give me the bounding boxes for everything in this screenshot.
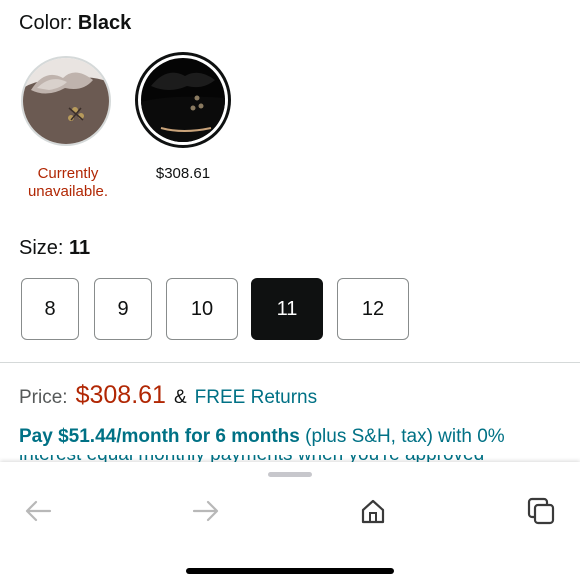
free-returns-link[interactable]: FREE Returns xyxy=(195,387,317,409)
section-divider xyxy=(0,362,580,363)
browser-toolbar xyxy=(0,462,580,580)
home-indicator xyxy=(186,568,394,574)
black-boot-image xyxy=(141,58,225,142)
forward-arrow-icon[interactable] xyxy=(190,495,222,527)
size-label: Size: 11 xyxy=(19,237,91,259)
installment-offer[interactable]: Pay $51.44/month for 6 months (plus S&H,… xyxy=(19,426,505,448)
color-swatch-brown[interactable] xyxy=(21,56,111,146)
color-label: Color: Black xyxy=(19,12,132,34)
back-arrow-icon[interactable] xyxy=(22,495,54,527)
tabs-icon[interactable] xyxy=(525,495,557,527)
installment-bold-text: Pay $51.44/month for 6 months xyxy=(19,426,300,447)
installment-rest-text: (plus S&H, tax) with 0% xyxy=(299,426,505,447)
home-icon[interactable] xyxy=(357,495,389,527)
brown-unavailable-note: Currently unavailable. xyxy=(27,165,109,200)
size-option-10[interactable]: 10 xyxy=(166,278,238,340)
price-ampersand: & xyxy=(173,387,187,408)
selected-color-value: Black xyxy=(77,12,132,34)
price-label: Price: xyxy=(19,387,68,408)
price-value: $308.61 xyxy=(75,381,166,409)
size-option-11[interactable]: 11 xyxy=(251,278,323,340)
size-option-9[interactable]: 9 xyxy=(94,278,152,340)
color-swatch-black[interactable] xyxy=(135,52,231,148)
black-swatch-price: $308.61 xyxy=(155,165,211,182)
size-option-12[interactable]: 12 xyxy=(337,278,409,340)
drag-handle[interactable] xyxy=(268,472,312,477)
size-option-8[interactable]: 8 xyxy=(21,278,79,340)
price-row: Price: $308.61 & FREE Returns xyxy=(19,381,317,410)
selected-size-value: 11 xyxy=(69,237,91,259)
brown-boot-image xyxy=(23,58,109,144)
